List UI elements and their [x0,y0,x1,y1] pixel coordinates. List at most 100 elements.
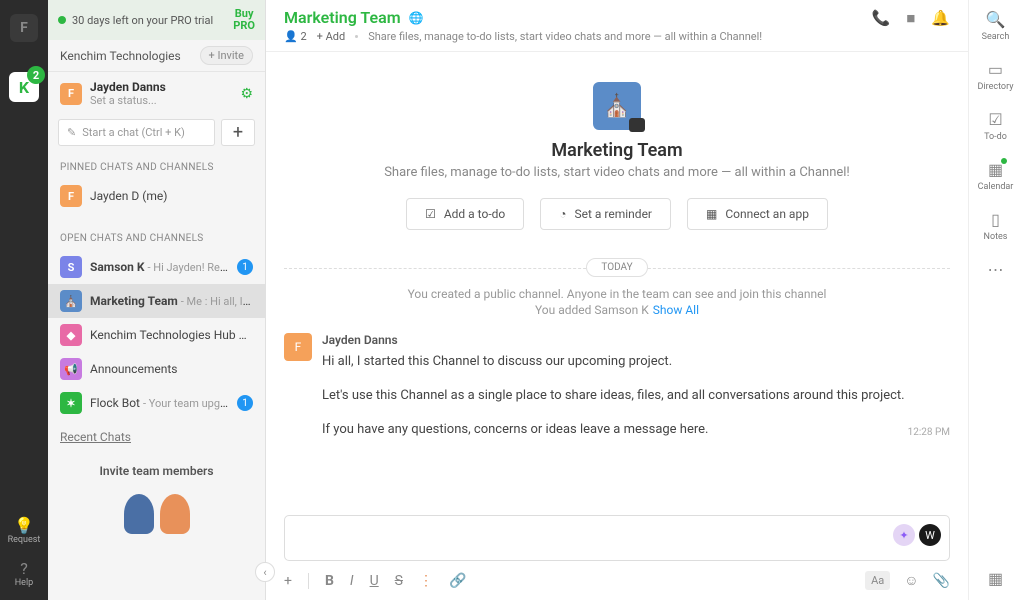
sidebar: 30 days left on your PRO trial BuyPRO Ke… [48,0,266,600]
emoji-button[interactable]: ☺ [904,572,918,589]
buy-pro-link[interactable]: BuyPRO [233,8,255,32]
compose-icon: ✎ [67,126,76,139]
channel-title[interactable]: Marketing Team [284,8,401,27]
bot-icon: ✶ [60,392,82,414]
message-avatar[interactable]: F [284,333,312,361]
unread-badge: 1 [237,259,253,275]
lightbulb-icon: 💡 [14,516,34,535]
message-composer[interactable]: ✦ W [284,515,950,561]
sparkle-icon[interactable]: ✦ [893,524,915,546]
member-count[interactable]: 👤 2 [284,30,307,43]
invite-panel[interactable]: Invite team members [48,454,265,544]
color-button[interactable]: ⋮ [419,573,433,589]
underline-button[interactable]: U [370,573,379,589]
chat-item[interactable]: S Samson K - Hi Jayden! Rem... 1 [48,250,265,284]
open-section-title: OPEN CHATS AND CHANNELS [48,227,265,250]
more-button[interactable]: ⋯ [988,260,1004,279]
font-button[interactable]: Aa [865,571,890,590]
globe-icon[interactable]: 🌐 [409,11,424,25]
channel-icon: ◆ [60,324,82,346]
gear-icon[interactable]: ⚙ [240,86,253,102]
chat-item-active[interactable]: ⛪ Marketing Team - Me : Hi all, I s... [48,284,265,318]
invite-title: Invite team members [58,464,255,478]
help-label: Help [15,578,33,588]
channel-icon: ⛪ [60,290,82,312]
chat-label: Marketing Team - Me : Hi all, I s... [90,294,253,308]
workspace-switcher[interactable]: K 2 [9,72,39,102]
date-separator: TODAY [284,258,950,277]
app-logo[interactable]: F [10,14,38,42]
workspace-letter: K [19,78,29,97]
trial-text: 30 days left on your PRO trial [72,14,213,27]
connect-app-button[interactable]: ▦Connect an app [687,198,828,230]
invite-illustration [58,484,255,534]
clock-icon: ◔ [559,207,566,221]
workspace-name[interactable]: Kenchim Technologies [60,49,200,63]
chat-item[interactable]: ◆ Kenchim Technologies Hub Sa... [48,318,265,352]
welcome-title: Marketing Team [551,140,682,161]
workspace-header: Kenchim Technologies + Invite [48,40,265,72]
new-chat-button[interactable]: + [221,119,255,146]
video-icon[interactable]: ■ [906,9,915,27]
attach-button[interactable]: 📎 [933,573,950,589]
unread-badge: 1 [237,395,253,411]
set-reminder-button[interactable]: ◔Set a reminder [540,198,671,230]
app-rail: F K 2 💡 Request ? Help [0,0,48,600]
directory-button[interactable]: ▭Directory [978,60,1014,92]
bell-icon[interactable]: 🔔 [931,9,950,27]
notes-button[interactable]: ▯Notes [984,210,1008,242]
channel-icon: 📢 [60,358,82,380]
message-time: 12:28 PM [908,424,950,441]
notification-dot [1001,158,1007,164]
search-icon: 🔍 [986,10,1006,29]
welcome-description: Share files, manage to-do lists, start v… [384,165,850,180]
workspace-notification-badge: 2 [27,66,45,84]
bold-button[interactable]: B [325,573,334,589]
add-button[interactable]: + [284,573,292,589]
start-chat-input[interactable]: ✎ Start a chat (Ctrl + K) [58,119,215,146]
more-icon: ⋯ [988,260,1004,279]
message-text: Hi all, I started this Channel to discus… [322,351,950,441]
channel-body: ⛪ Marketing Team Share files, manage to-… [266,52,968,505]
user-status[interactable]: Set a status... [90,94,232,107]
message: F Jayden Danns Hi all, I started this Ch… [284,333,950,451]
system-message: You created a public channel. Anyone in … [284,287,950,301]
calendar-button[interactable]: ▦Calendar [978,160,1014,192]
start-chat-placeholder: Start a chat (Ctrl + K) [82,126,185,139]
todo-icon: ☑ [988,110,1002,129]
help-icon: ? [20,559,28,578]
apps-grid-button[interactable]: ▦ [988,569,1003,588]
help-button[interactable]: ? Help [15,559,33,588]
italic-button[interactable]: I [350,573,354,589]
user-name: Jayden Danns [90,80,232,94]
link-button[interactable]: 🔗 [449,573,466,589]
invite-button[interactable]: + Invite [200,46,253,65]
channel-description[interactable]: Share files, manage to-do lists, start v… [368,30,762,43]
main-panel: Marketing Team 🌐 📞 ■ 🔔 👤 2 + Add Share f… [266,0,968,600]
recent-chats-link[interactable]: Recent Chats [48,420,265,454]
w-badge-icon[interactable]: W [919,524,941,546]
search-button[interactable]: 🔍Search [982,10,1010,42]
strike-button[interactable]: S [395,573,403,589]
chat-item[interactable]: 📢 Announcements [48,352,265,386]
collapse-sidebar-button[interactable]: ‹ [255,562,275,582]
chat-item-self[interactable]: F Jayden D (me) [48,179,265,213]
show-all-link[interactable]: Show All [653,303,699,317]
channel-avatar[interactable]: ⛪ [593,82,641,130]
system-message: You added Samson KShow All [284,303,950,317]
message-author[interactable]: Jayden Danns [322,333,950,347]
chat-item[interactable]: ✶ Flock Bot - Your team upgr... 1 [48,386,265,420]
add-member-link[interactable]: + Add [317,30,346,43]
status-dot-icon [58,16,66,24]
notes-icon: ▯ [991,210,1000,229]
chat-label: Kenchim Technologies Hub Sa... [90,328,253,342]
camera-icon[interactable] [629,118,645,132]
chat-label: Announcements [90,362,253,376]
call-icon[interactable]: 📞 [872,9,891,27]
current-user-row[interactable]: F Jayden Danns Set a status... ⚙ [48,72,265,115]
add-todo-button[interactable]: ☑Add a to-do [406,198,524,230]
request-button[interactable]: 💡 Request [8,516,41,545]
todo-button[interactable]: ☑To-do [984,110,1007,142]
trial-banner[interactable]: 30 days left on your PRO trial BuyPRO [48,0,265,40]
check-icon: ☑ [425,207,436,221]
